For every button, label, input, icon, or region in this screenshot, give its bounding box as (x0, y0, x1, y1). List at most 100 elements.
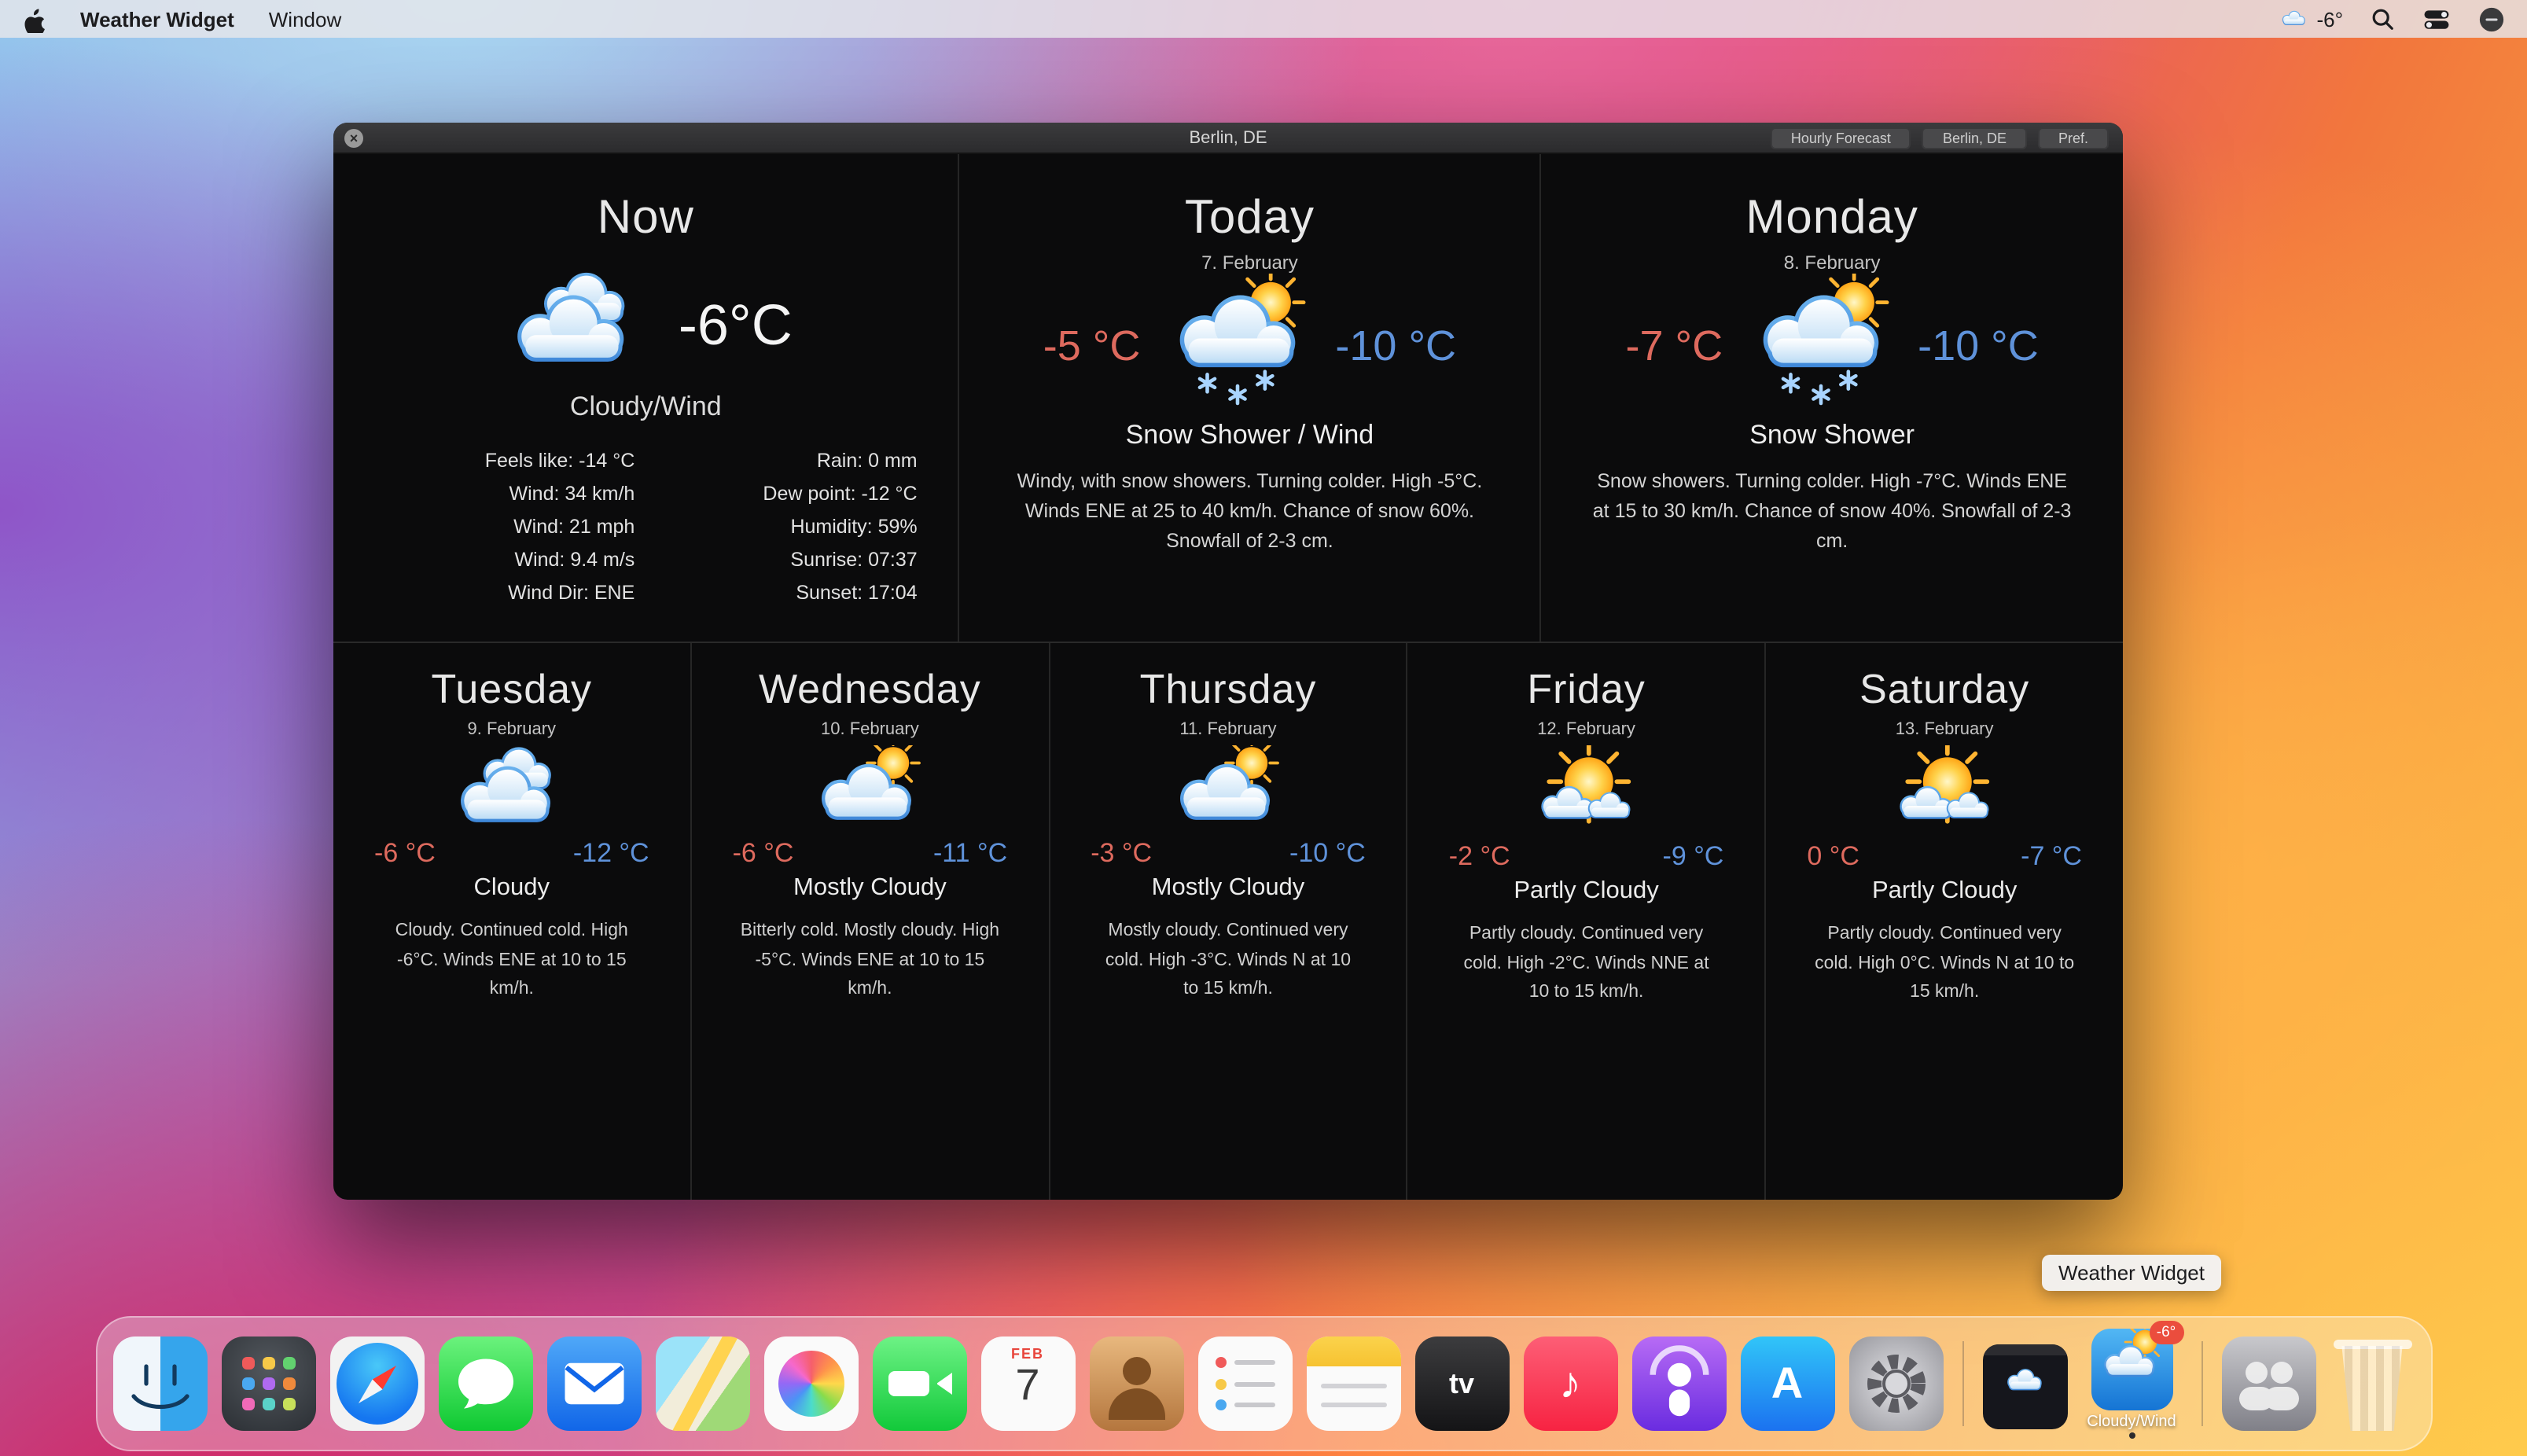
day-title: Tuesday (333, 665, 690, 714)
notes-icon (1306, 1337, 1400, 1366)
current-temperature: -6°C (679, 292, 793, 358)
day-description: Snow showers. Turning colder. High -7°C.… (1587, 467, 2077, 557)
contacts-silhouette-icon (1122, 1357, 1150, 1385)
dock-notes[interactable] (1306, 1337, 1400, 1431)
dock-contacts[interactable] (1089, 1337, 1183, 1431)
day-title: Today (960, 192, 1540, 245)
cloud-icon (2279, 9, 2310, 29)
day-description: Partly cloudy. Continued very cold. High… (1812, 920, 2076, 1007)
location-button[interactable]: Berlin, DE (1922, 127, 2027, 149)
day-date: 7. February (960, 252, 1540, 274)
control-center-icon[interactable] (2423, 7, 2450, 31)
dock-reminders[interactable] (1197, 1337, 1292, 1431)
partly-cloudy-icon (1521, 745, 1653, 841)
preferences-button[interactable]: Pref. (2038, 127, 2109, 149)
detail-humidity: Humidity: 59% (657, 511, 917, 544)
day-date: 10. February (692, 720, 1049, 739)
dock-finder[interactable] (112, 1337, 207, 1431)
day-condition: Mostly Cloudy (692, 874, 1049, 903)
dock-safari[interactable] (329, 1337, 424, 1431)
weather-badge: -6° (2149, 1321, 2183, 1344)
day-title: Saturday (1766, 665, 2123, 714)
detail-wind-ms: Wind: 9.4 m/s (374, 544, 635, 577)
day-low-temp: -7 °C (2021, 841, 2082, 873)
detail-feels-like: Feels like: -14 °C (374, 445, 635, 478)
finder-icon (112, 1337, 207, 1431)
menu-app-name[interactable]: Weather Widget (80, 7, 234, 31)
day-condition: Snow Shower (1541, 420, 2123, 451)
desktop: Weather Widget Window -6° (0, 0, 2527, 1456)
dock-separator (2201, 1341, 2202, 1426)
hourly-forecast-button[interactable]: Hourly Forecast (1771, 127, 1911, 149)
dock-tooltip: Weather Widget (2041, 1255, 2222, 1291)
weather-widget-icon[interactable]: -6° (2091, 1329, 2172, 1410)
day-description: Cloudy. Continued cold. High -6°C. Winds… (380, 917, 644, 1004)
day-title: Friday (1408, 665, 1765, 714)
apple-menu-icon[interactable] (22, 6, 46, 32)
day-high-temp: -6 °C (733, 838, 794, 870)
dock-apple-tv[interactable]: tv (1414, 1337, 1509, 1431)
gear-icon (1848, 1337, 1943, 1431)
window-close-button[interactable]: × (344, 129, 363, 148)
dock-weather-widget[interactable]: Weather Widget -6° Cloudy/Wind (2081, 1329, 2182, 1439)
day-description: Windy, with snow showers. Turning colder… (1004, 467, 1495, 557)
forecast-card-today: Today 7. February -5 °C -10 °C (960, 154, 1542, 642)
people-icon (2221, 1337, 2315, 1431)
day-high-temp: -5 °C (1043, 322, 1141, 371)
running-indicator-dot (2128, 1432, 2135, 1439)
mostly-cloudy-icon (804, 745, 936, 838)
day-low-temp: -9 °C (1663, 841, 1724, 873)
detail-wind-kmh: Wind: 34 km/h (374, 478, 635, 511)
dock-calendar[interactable]: FEB 7 (980, 1337, 1075, 1431)
dock-mail[interactable] (546, 1337, 641, 1431)
photos-pinwheel-icon (778, 1351, 844, 1417)
mail-envelope-icon (546, 1337, 641, 1431)
day-title: Wednesday (692, 665, 1049, 714)
window-titlebar[interactable]: × Berlin, DE Hourly Forecast Berlin, DE … (333, 123, 2123, 154)
forecast-card-friday: Friday 12. February -2 °C -9 °C Partly C… (1408, 643, 1767, 1200)
tv-logo: tv (1414, 1337, 1509, 1431)
reminders-list-icon (1215, 1357, 1275, 1410)
dock: FEB 7 tv ♪ (95, 1316, 2432, 1451)
detail-sunset: Sunset: 17:04 (657, 577, 917, 610)
spotlight-search-icon[interactable] (2371, 7, 2395, 31)
dock-minimized-window[interactable] (1982, 1344, 2067, 1428)
day-date: 9. February (333, 720, 690, 739)
maps-icon (668, 1337, 737, 1431)
day-date: 8. February (1541, 252, 2123, 274)
app-store-logo: A (1740, 1337, 1834, 1431)
weather-window: × Berlin, DE Hourly Forecast Berlin, DE … (333, 123, 2123, 1200)
dock-system-preferences[interactable] (1848, 1337, 1943, 1431)
menu-weather-status[interactable]: -6° (2279, 7, 2343, 31)
dock-podcasts[interactable] (1631, 1337, 1726, 1431)
day-description: Partly cloudy. Continued very cold. High… (1455, 920, 1719, 1007)
now-panel: Now -6°C Cloudy/Wind Feels like: -14 °C … (333, 154, 960, 642)
dock-facetime[interactable] (872, 1337, 966, 1431)
detail-sunrise: Sunrise: 07:37 (657, 544, 917, 577)
forecast-card-monday: Monday 8. February -7 °C -10 °C (1541, 154, 2123, 642)
calendar-day: 7 (980, 1360, 1075, 1410)
music-note-icon: ♪ (1523, 1337, 1617, 1431)
partly-cloudy-icon (1878, 745, 2010, 841)
snow-shower-icon (1738, 274, 1902, 420)
dock-app-store[interactable]: A (1740, 1337, 1834, 1431)
day-condition: Snow Shower / Wind (960, 420, 1540, 451)
current-condition: Cloudy/Wind (333, 392, 958, 423)
day-description: Bitterly cold. Mostly cloudy. High -5°C.… (738, 917, 1002, 1004)
cloudy-icon (446, 745, 578, 838)
dock-messages[interactable] (438, 1337, 532, 1431)
dock-trash[interactable] (2330, 1340, 2415, 1431)
window-thumbnail-icon (1982, 1344, 2067, 1355)
current-details: Feels like: -14 °C Wind: 34 km/h Wind: 2… (333, 445, 958, 610)
dock-launchpad[interactable] (221, 1337, 315, 1431)
calendar-month: FEB (980, 1346, 1075, 1362)
dock-maps[interactable] (655, 1337, 749, 1431)
dock-utilities[interactable] (2221, 1337, 2315, 1431)
dock-separator (1962, 1341, 1963, 1426)
dock-photos[interactable] (763, 1337, 858, 1431)
menu-extra-icon[interactable] (2478, 6, 2505, 32)
dock-music[interactable]: ♪ (1523, 1337, 1617, 1431)
day-condition: Cloudy (333, 874, 690, 903)
day-low-temp: -10 °C (1918, 322, 2039, 371)
menu-item-window[interactable]: Window (269, 7, 342, 31)
